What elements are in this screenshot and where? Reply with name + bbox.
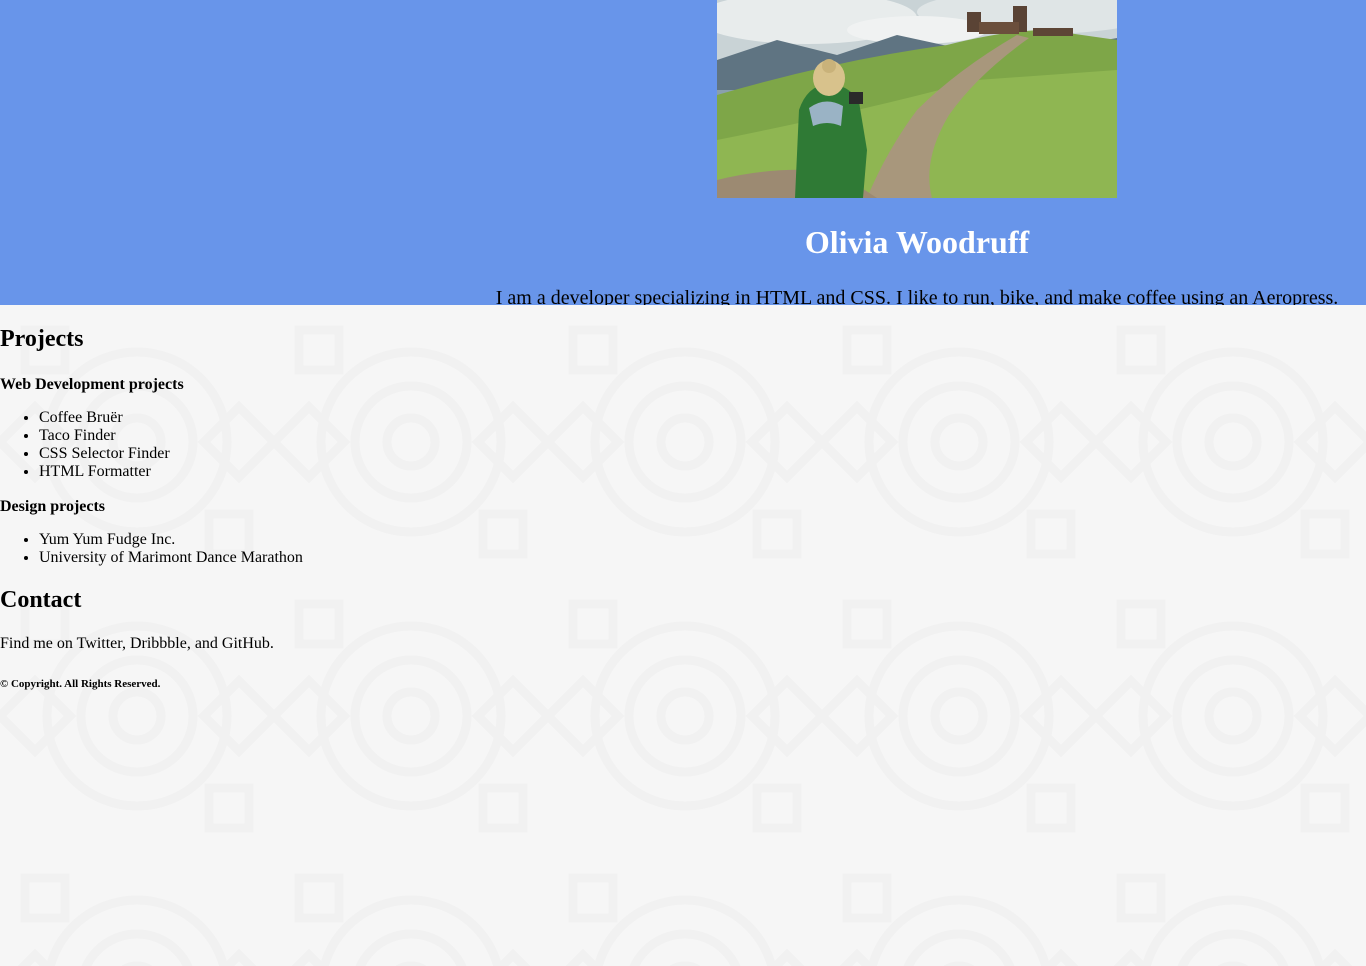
list-item: Yum Yum Fudge Inc. — [39, 531, 1366, 549]
list-item: Coffee Bruër — [39, 409, 1366, 427]
hero-photo — [717, 0, 1117, 198]
contact-heading: Contact — [0, 587, 82, 613]
list-item: University of Marimont Dance Marathon — [39, 549, 1366, 567]
header-content: Olivia Woodruff I am a developer special… — [468, 0, 1366, 305]
list-item: HTML Formatter — [39, 463, 1366, 481]
web-projects-heading: Web Development projects — [0, 376, 184, 393]
tagline: I am a developer specializing in HTML an… — [495, 287, 1339, 305]
contact-text: Find me on Twitter, Dribbble, and GitHub… — [0, 635, 274, 652]
site-footer: © Copyright. All Rights Reserved. — [0, 677, 1366, 691]
copyright-text: © Copyright. All Rights Reserved. — [0, 678, 161, 690]
projects-heading: Projects — [0, 326, 84, 352]
site-header: Olivia Woodruff I am a developer special… — [0, 0, 1366, 305]
design-projects-list: Yum Yum Fudge Inc. University of Marimon… — [0, 531, 1366, 567]
web-projects-list: Coffee Bruër Taco Finder CSS Selector Fi… — [0, 409, 1366, 481]
site-name: Olivia Woodruff — [804, 224, 1030, 260]
main-content: Projects Web Development projects Coffee… — [0, 325, 1366, 691]
projects-section: Projects Web Development projects Coffee… — [0, 325, 1366, 567]
list-item: Taco Finder — [39, 427, 1366, 445]
list-item: CSS Selector Finder — [39, 445, 1366, 463]
design-projects-heading: Design projects — [0, 498, 106, 515]
contact-section: Contact Find me on Twitter, Dribbble, an… — [0, 586, 1366, 654]
